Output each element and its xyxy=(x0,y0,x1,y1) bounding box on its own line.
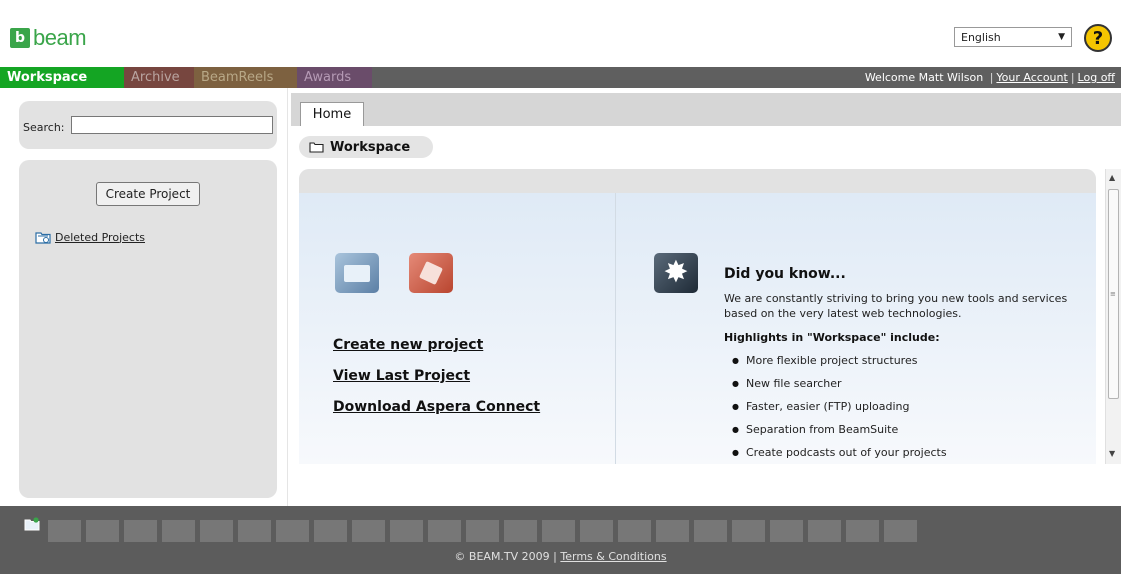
main-nav: Workspace Archive BeamReels Awards Welco… xyxy=(0,67,1121,88)
thumbnail-slot[interactable] xyxy=(238,520,271,542)
log-off-link[interactable]: Log off xyxy=(1078,71,1115,84)
highlights-heading: Highlights in "Workspace" include: xyxy=(724,331,940,344)
breadcrumb[interactable]: Workspace xyxy=(299,136,433,158)
beam-logo-mark: b xyxy=(10,28,30,48)
create-project-button[interactable]: Create Project xyxy=(96,182,200,206)
your-account-link[interactable]: Your Account xyxy=(996,71,1067,84)
sidebar: Search: Create Project Deleted Projects xyxy=(0,88,288,506)
search-input[interactable] xyxy=(71,116,273,134)
copyright-text: © BEAM.TV 2009 xyxy=(454,550,550,563)
search-label: Search: xyxy=(23,121,65,134)
download-aspera-link[interactable]: Download Aspera Connect xyxy=(333,399,540,415)
did-you-know-title: Did you know... xyxy=(724,266,846,282)
projects-panel: Create Project Deleted Projects xyxy=(19,160,277,498)
separator: | xyxy=(989,71,994,84)
download-icon[interactable] xyxy=(409,253,453,293)
deleted-folder-icon xyxy=(35,232,51,244)
scroll-down-arrow-icon[interactable]: ▼ xyxy=(1109,449,1115,458)
deleted-projects-label: Deleted Projects xyxy=(55,230,145,244)
scrollbar-thumb[interactable]: ≡ xyxy=(1108,189,1119,399)
list-item: Create podcasts out of your projects xyxy=(732,445,947,464)
folder-icon xyxy=(309,142,324,153)
panel-header xyxy=(299,169,1096,193)
list-item: Faster, easier (FTP) uploading xyxy=(732,399,947,422)
thumbnail-strip xyxy=(48,520,922,542)
grip-icon: ≡ xyxy=(1110,290,1116,298)
thumbnail-slot[interactable] xyxy=(314,520,347,542)
search-panel: Search: xyxy=(19,101,277,149)
did-you-know-text: We are constantly striving to bring you … xyxy=(724,292,1068,320)
terms-link[interactable]: Terms & Conditions xyxy=(560,550,666,563)
highlights-list: More flexible project structures New fil… xyxy=(732,353,947,464)
thumbnail-slot[interactable] xyxy=(618,520,651,542)
tab-archive[interactable]: Archive xyxy=(124,67,194,88)
thumbnail-slot[interactable] xyxy=(656,520,689,542)
column-divider xyxy=(615,193,616,464)
beam-logo[interactable]: b beam xyxy=(10,25,87,50)
panel-body: Create new project View Last Project Dow… xyxy=(299,193,1096,464)
thumbnail-slot[interactable] xyxy=(200,520,233,542)
language-value: English xyxy=(961,30,1001,44)
thumbnail-slot[interactable] xyxy=(390,520,423,542)
workspace-panel: Create new project View Last Project Dow… xyxy=(299,169,1096,464)
language-select[interactable]: English ▼ xyxy=(954,27,1072,47)
deleted-projects-link[interactable]: Deleted Projects xyxy=(35,230,145,244)
help-question-icon[interactable]: ? xyxy=(1084,24,1112,52)
beam-logo-text: beam xyxy=(33,25,87,50)
folder-add-icon[interactable] xyxy=(24,517,40,531)
chevron-down-icon: ▼ xyxy=(1058,32,1065,42)
thumbnail-slot[interactable] xyxy=(770,520,803,542)
thumbnail-slot[interactable] xyxy=(732,520,765,542)
list-item: New file searcher xyxy=(732,376,947,399)
thumbnail-slot[interactable] xyxy=(124,520,157,542)
thumbnail-slot[interactable] xyxy=(808,520,841,542)
list-item: More flexible project structures xyxy=(732,353,947,376)
thumbnail-slot[interactable] xyxy=(504,520,537,542)
thumbnail-slot[interactable] xyxy=(466,520,499,542)
header: b beam English ▼ ? xyxy=(0,0,1121,67)
tab-home[interactable]: Home xyxy=(300,102,364,126)
scroll-up-arrow-icon[interactable]: ▲ xyxy=(1109,173,1115,182)
thumbnail-slot[interactable] xyxy=(580,520,613,542)
thumbnail-slot[interactable] xyxy=(86,520,119,542)
tab-beamreels[interactable]: BeamReels xyxy=(194,67,297,88)
vertical-scrollbar[interactable]: ▲ ≡ ▼ xyxy=(1105,169,1121,464)
thumbnail-slot[interactable] xyxy=(48,520,81,542)
copyright-bar: © BEAM.TV 2009 | Terms & Conditions xyxy=(0,550,1121,563)
tab-workspace[interactable]: Workspace xyxy=(0,67,124,88)
footer: © BEAM.TV 2009 | Terms & Conditions xyxy=(0,506,1121,574)
list-item: Separation from BeamSuite xyxy=(732,422,947,445)
separator: | xyxy=(1070,71,1075,84)
welcome-text: Welcome xyxy=(864,71,916,84)
user-name: Matt Wilson xyxy=(918,71,984,84)
thumbnail-slot[interactable] xyxy=(846,520,879,542)
starburst-icon: ✸ xyxy=(654,253,698,293)
thumbnail-slot[interactable] xyxy=(694,520,727,542)
separator: | xyxy=(553,550,557,563)
content-tabbar: Home xyxy=(291,93,1121,126)
user-bar: Welcome Matt Wilson | Your Account | Log of… xyxy=(865,67,1115,88)
thumbnail-slot[interactable] xyxy=(542,520,575,542)
thumbnail-slot[interactable] xyxy=(162,520,195,542)
thumbnail-slot[interactable] xyxy=(428,520,461,542)
create-new-project-link[interactable]: Create new project xyxy=(333,337,483,353)
view-last-project-link[interactable]: View Last Project xyxy=(333,368,470,384)
thumbnail-slot[interactable] xyxy=(884,520,917,542)
thumbnail-slot[interactable] xyxy=(352,520,385,542)
breadcrumb-label: Workspace xyxy=(330,139,411,155)
tab-awards[interactable]: Awards xyxy=(297,67,372,88)
thumbnail-slot[interactable] xyxy=(276,520,309,542)
folder-project-icon[interactable] xyxy=(335,253,379,293)
